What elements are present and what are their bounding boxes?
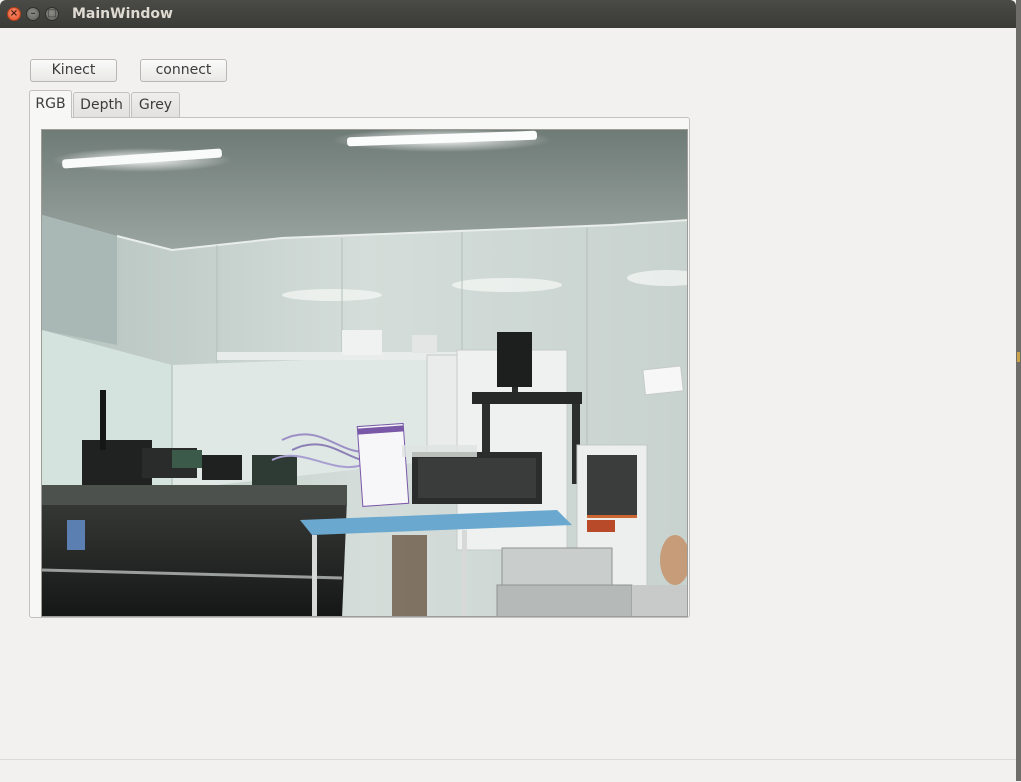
window-edge xyxy=(1016,0,1021,781)
close-icon[interactable]: × xyxy=(7,7,21,21)
tab-grey[interactable]: Grey xyxy=(131,92,180,117)
tab-rgb[interactable]: RGB xyxy=(29,90,72,118)
tab-depth[interactable]: Depth xyxy=(73,92,130,117)
minimize-icon[interactable]: – xyxy=(26,7,40,21)
status-bar xyxy=(0,759,1016,782)
title-bar[interactable]: × – □ MainWindow xyxy=(0,0,1016,28)
window-title: MainWindow xyxy=(72,6,173,22)
camera-feed-image xyxy=(42,130,687,616)
camera-feed xyxy=(41,129,688,617)
maximize-icon[interactable]: □ xyxy=(45,7,59,21)
connect-button[interactable]: connect xyxy=(140,59,227,82)
resize-handle[interactable] xyxy=(1017,352,1020,362)
kinect-button[interactable]: Kinect xyxy=(30,59,117,82)
